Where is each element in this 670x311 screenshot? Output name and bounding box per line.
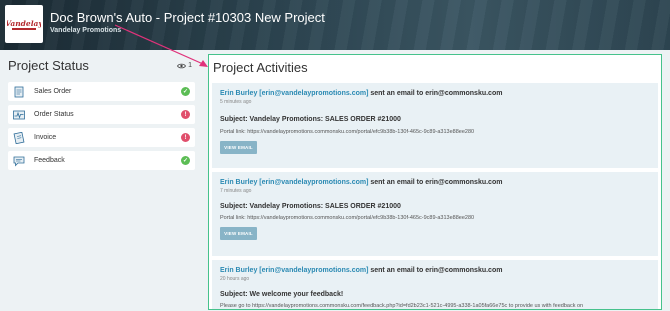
view-email-button[interactable]: VIEW EMAIL	[220, 141, 257, 154]
activity-item: Erin Burley [erin@vandelaypromotions.com…	[212, 83, 658, 168]
activity-header: Erin Burley [erin@vandelaypromotions.com…	[220, 267, 502, 274]
feedback-message[interactable]: Please go to https://vandelaypromotions.…	[220, 303, 583, 309]
activity-item: Erin Burley [erin@vandelaypromotions.com…	[212, 172, 658, 256]
portal-link[interactable]: Portal link: https://vandelaypromotions.…	[220, 215, 474, 221]
check-icon: ✓	[181, 156, 190, 165]
activity-header: Erin Burley [erin@vandelaypromotions.com…	[220, 179, 502, 186]
activity-header: Erin Burley [erin@vandelaypromotions.com…	[220, 90, 502, 97]
status-item-label: Feedback	[34, 157, 65, 164]
activity-time: 7 minutes ago	[220, 188, 252, 194]
activity-action: sent an email to erin@commonsku.com	[368, 90, 503, 97]
project-status-title: Project Status	[8, 58, 89, 73]
project-activities-title: Project Activities	[213, 60, 308, 75]
email-subject: Subject: We welcome your feedback!	[220, 291, 344, 298]
sender-link[interactable]: Erin Burley [erin@vandelaypromotions.com…	[220, 179, 368, 186]
project-activities-panel: Project Activities Erin Burley [erin@van…	[208, 54, 662, 310]
activity-item: Erin Burley [erin@vandelaypromotions.com…	[212, 260, 658, 309]
activity-action: sent an email to erin@commonsku.com	[368, 179, 503, 186]
status-list: Sales Order ✓ Order Status ! Invoice ! F…	[8, 82, 195, 174]
activity-icon	[13, 109, 27, 121]
document-icon	[13, 86, 27, 98]
svg-text:Vandelay: Vandelay	[7, 19, 41, 28]
alert-icon: !	[181, 110, 190, 119]
activity-action: sent an email to erin@commonsku.com	[368, 267, 503, 274]
project-header: Vandelay Doc Brown's Auto - Project #103…	[0, 0, 670, 50]
alert-icon: !	[181, 133, 190, 142]
views-count: 1	[188, 62, 192, 69]
views-counter: 1	[177, 62, 192, 69]
status-item-feedback[interactable]: Feedback ✓	[8, 151, 195, 170]
sender-link[interactable]: Erin Burley [erin@vandelaypromotions.com…	[220, 267, 368, 274]
view-email-button[interactable]: VIEW EMAIL	[220, 227, 257, 240]
status-item-label: Invoice	[34, 134, 57, 141]
status-item-order-status[interactable]: Order Status !	[8, 105, 195, 124]
activity-time: 5 minutes ago	[220, 99, 252, 105]
page-title: Doc Brown's Auto - Project #10303 New Pr…	[50, 10, 325, 25]
status-item-sales-order[interactable]: Sales Order ✓	[8, 82, 195, 101]
vandelay-logo-icon: Vandelay	[7, 16, 41, 32]
email-subject: Subject: Vandelay Promotions: SALES ORDE…	[220, 203, 401, 210]
invoice-icon	[13, 131, 27, 144]
project-status-panel: Project Status 1 Sales Order ✓ Order Sta…	[0, 50, 200, 311]
check-icon: ✓	[181, 87, 190, 96]
portal-link[interactable]: Portal link: https://vandelaypromotions.…	[220, 129, 474, 135]
eye-icon	[177, 63, 187, 68]
company-logo[interactable]: Vandelay	[5, 5, 43, 43]
chat-icon	[13, 155, 27, 167]
status-item-invoice[interactable]: Invoice !	[8, 128, 195, 147]
company-name[interactable]: Vandelay Promotions	[50, 27, 121, 34]
status-item-label: Sales Order	[34, 88, 72, 95]
sender-link[interactable]: Erin Burley [erin@vandelaypromotions.com…	[220, 90, 368, 97]
email-subject: Subject: Vandelay Promotions: SALES ORDE…	[220, 116, 401, 123]
activity-time: 20 hours ago	[220, 276, 250, 282]
status-item-label: Order Status	[34, 111, 74, 118]
